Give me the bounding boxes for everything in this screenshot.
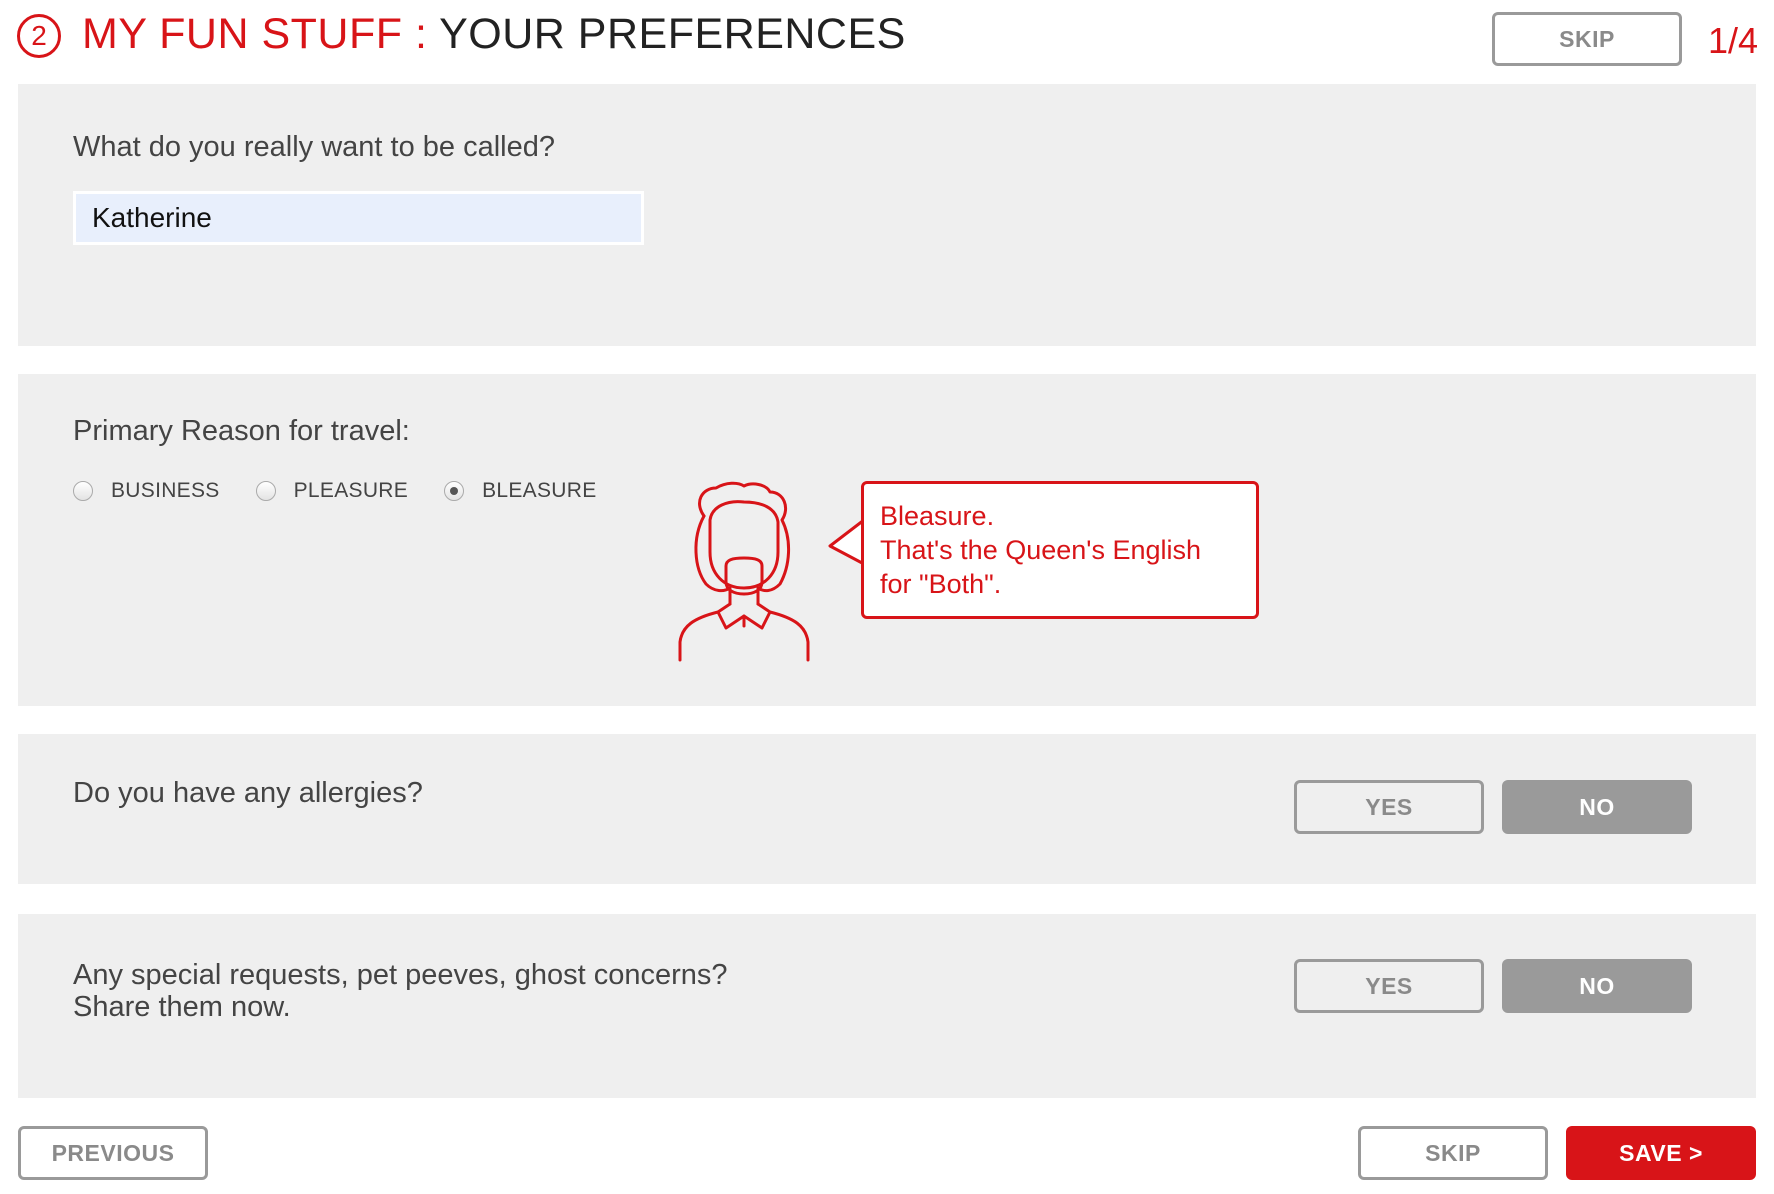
radio-option-pleasure[interactable]: PLEASURE	[255, 479, 409, 503]
radio-option-bleasure[interactable]: BLEASURE	[444, 479, 596, 503]
travel-reason-panel: Primary Reason for travel: BUSINESS PLEA…	[18, 374, 1756, 706]
title-section: MY FUN STUFF :	[82, 10, 428, 58]
footer-skip-button[interactable]: SKIP	[1358, 1126, 1548, 1180]
allergies-no-button[interactable]: NO	[1502, 780, 1692, 834]
radio-label-pleasure: PLEASURE	[293, 479, 409, 502]
radio-button-business[interactable]	[73, 481, 93, 501]
step-number-badge: 2	[17, 14, 61, 58]
special-requests-line-2: Share them now.	[73, 991, 291, 1023]
save-button[interactable]: SAVE >	[1566, 1126, 1756, 1180]
name-question-panel: What do you really want to be called?	[18, 84, 1756, 346]
preferred-name-input[interactable]	[73, 191, 644, 245]
radio-label-business: BUSINESS	[111, 479, 220, 502]
special-requests-line-1: Any special requests, pet peeves, ghost …	[73, 959, 728, 991]
bubble-line-1: Bleasure.	[880, 501, 995, 531]
allergies-panel: Do you have any allergies? YES NO	[18, 734, 1756, 884]
special-requests-panel: Any special requests, pet peeves, ghost …	[18, 914, 1756, 1098]
travel-reason-label: Primary Reason for travel:	[73, 415, 410, 447]
special-requests-yes-button[interactable]: YES	[1294, 959, 1484, 1013]
special-requests-question-label: Any special requests, pet peeves, ghost …	[73, 958, 728, 1024]
page-title: MY FUN STUFF : YOUR PREFERENCES	[82, 8, 906, 60]
previous-button[interactable]: PREVIOUS	[18, 1126, 208, 1180]
page-header: 2 MY FUN STUFF : YOUR PREFERENCES SKIP 1…	[0, 0, 1774, 80]
bubble-line-3: for "Both".	[880, 569, 1002, 599]
allergies-question-label: Do you have any allergies?	[73, 777, 423, 809]
special-requests-no-button[interactable]: NO	[1502, 959, 1692, 1013]
header-skip-button[interactable]: SKIP	[1492, 12, 1682, 66]
radio-option-business[interactable]: BUSINESS	[73, 479, 220, 503]
radio-label-bleasure: BLEASURE	[482, 479, 597, 502]
page-counter: 1/4	[1708, 20, 1759, 61]
allergies-yes-button[interactable]: YES	[1294, 780, 1484, 834]
radio-button-bleasure[interactable]	[444, 481, 465, 501]
bubble-line-2: That's the Queen's English	[880, 535, 1201, 565]
title-page: YOUR PREFERENCES	[439, 10, 906, 58]
name-question-label: What do you really want to be called?	[73, 131, 555, 163]
queen-avatar-icon	[678, 481, 810, 662]
speech-bubble: Bleasure. That's the Queen's English for…	[861, 481, 1259, 619]
radio-button-pleasure[interactable]	[255, 481, 276, 501]
travel-reason-radio-group: BUSINESS PLEASURE BLEASURE	[73, 479, 633, 503]
